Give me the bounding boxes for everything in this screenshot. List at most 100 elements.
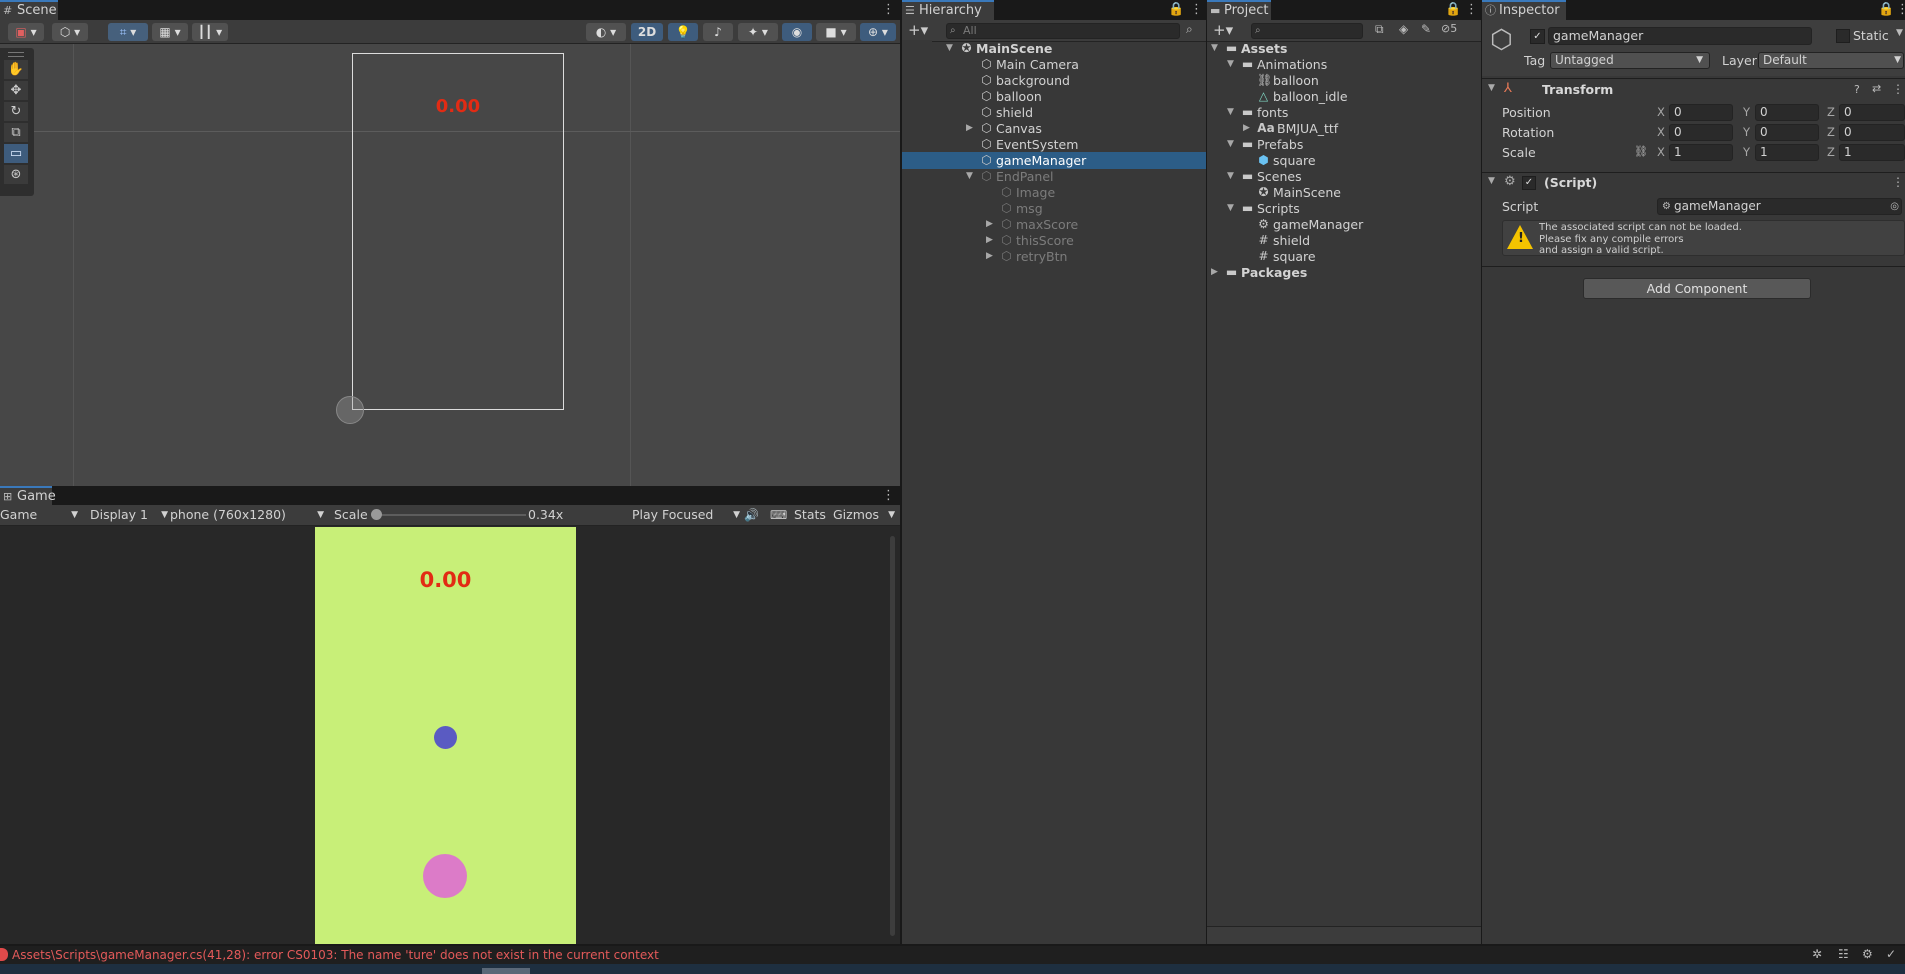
scene-viewport[interactable]: 0.00 ✋ ✥ ↻ ⧉ ▭ ⊛ xyxy=(0,44,900,486)
project-item[interactable]: ▼ ▬ Assets xyxy=(1207,40,1481,57)
hierarchy-item[interactable]: ⬡ gameManager xyxy=(902,152,1206,169)
foldout-expanded-icon[interactable]: ▼ xyxy=(1227,168,1237,185)
foldout-expanded-icon[interactable]: ▼ xyxy=(1227,56,1237,73)
foldout-collapsed-icon[interactable]: ▶ xyxy=(986,216,996,233)
favorites-tag-icon[interactable]: ✎ xyxy=(1421,22,1431,36)
mute-audio-icon[interactable]: 🔊 xyxy=(744,505,759,525)
hierarchy-item[interactable]: ⬡ shield xyxy=(902,104,1206,121)
hierarchy-more-menu-icon[interactable]: ⋮ xyxy=(1190,2,1203,18)
shading-mode-dropdown[interactable]: ◐ ▾ xyxy=(586,23,626,41)
foldout-expanded-icon[interactable]: ▼ xyxy=(1211,40,1221,57)
scale-slider[interactable] xyxy=(371,509,526,520)
constrain-proportions-icon[interactable]: ⛓ xyxy=(1634,145,1648,158)
stats-button[interactable]: Stats xyxy=(794,505,826,525)
hierarchy-item[interactable]: ⬡ background xyxy=(902,72,1206,89)
game-more-menu-icon[interactable]: ⋮ xyxy=(882,488,895,504)
project-item[interactable]: # shield xyxy=(1207,232,1481,249)
layer-dropdown[interactable]: Default ▼ xyxy=(1758,52,1904,69)
play-mode-select[interactable]: Play Focused ▼ xyxy=(628,505,740,525)
project-item[interactable]: ▼ ▬ Scripts xyxy=(1207,200,1481,217)
inspector-more-menu-icon[interactable]: ⋮ xyxy=(1896,2,1905,18)
palette-drag-handle[interactable] xyxy=(8,52,24,57)
transform-z-field[interactable]: 0 xyxy=(1839,104,1905,121)
axis-y-label[interactable]: Y xyxy=(1743,124,1750,141)
hierarchy-item[interactable]: ▶ ⬡ Canvas xyxy=(902,120,1206,137)
component-menu-icon[interactable]: ⋮ xyxy=(1892,82,1904,96)
transform-x-field[interactable]: 0 xyxy=(1669,124,1733,141)
axis-y-label[interactable]: Y xyxy=(1743,104,1750,121)
project-item[interactable]: ⬢ square xyxy=(1207,152,1481,169)
transform-y-field[interactable]: 1 xyxy=(1755,144,1819,161)
project-item[interactable]: ⛓ balloon xyxy=(1207,72,1481,89)
audio-toggle[interactable]: ♪ xyxy=(703,23,733,41)
hierarchy-item[interactable]: ⬡ msg xyxy=(902,200,1206,217)
rotate-tool-icon[interactable]: ↻ xyxy=(4,102,28,121)
scene-more-menu-icon[interactable]: ⋮ xyxy=(882,2,895,18)
camera-settings-dropdown[interactable]: ■ ▾ xyxy=(816,23,856,41)
search-by-type-icon[interactable]: ⧉ xyxy=(1375,22,1384,37)
debugger-icon[interactable]: ✲ xyxy=(1812,947,1822,961)
project-item[interactable]: △ balloon_idle xyxy=(1207,88,1481,105)
project-item[interactable]: # square xyxy=(1207,248,1481,265)
tab-inspector[interactable]: ⓘ Inspector xyxy=(1482,0,1566,20)
foldout-expanded-icon[interactable]: ▼ xyxy=(946,40,956,57)
scene-camera-dropdown[interactable]: ⬡ ▾ xyxy=(52,23,88,41)
project-search-input[interactable]: ⌕ xyxy=(1251,23,1363,39)
foldout-collapsed-icon[interactable]: ▶ xyxy=(1211,264,1221,281)
search-filter-icon[interactable]: ⌕ xyxy=(1186,22,1193,37)
hierarchy-item[interactable]: ▶ ⬡ maxScore xyxy=(902,216,1206,233)
draw-mode-dropdown[interactable]: ▣ ▾ xyxy=(8,23,44,41)
effects-dropdown[interactable]: ✦ ▾ xyxy=(738,23,778,41)
lock-icon[interactable]: 🔒 xyxy=(1878,2,1894,18)
game-view[interactable]: 0.00 xyxy=(315,527,576,944)
project-item[interactable]: ▼ ▬ fonts xyxy=(1207,104,1481,121)
axis-x-label[interactable]: X xyxy=(1657,144,1665,161)
grid-increment-dropdown[interactable]: ▦ ▾ xyxy=(152,23,188,41)
project-item[interactable]: ▶ ▬ Packages xyxy=(1207,264,1481,281)
project-item[interactable]: ✪ MainScene xyxy=(1207,184,1481,201)
transform-x-field[interactable]: 1 xyxy=(1669,144,1733,161)
hierarchy-item[interactable]: ⬡ EventSystem xyxy=(902,136,1206,153)
transform-y-field[interactable]: 0 xyxy=(1755,124,1819,141)
active-checkbox[interactable]: ✓ xyxy=(1530,29,1545,44)
tag-dropdown[interactable]: Untagged ▼ xyxy=(1550,52,1710,69)
transform-tool-icon[interactable]: ⊛ xyxy=(4,165,28,184)
script-component-header[interactable]: ▼ ⚙ ✓ (Script) ⋮ xyxy=(1482,173,1905,193)
axis-x-label[interactable]: X xyxy=(1657,124,1665,141)
scale-slider-thumb[interactable] xyxy=(371,509,382,520)
help-icon[interactable]: ? xyxy=(1854,83,1860,96)
gameobject-cube-icon[interactable]: ⬡ xyxy=(1490,26,1513,54)
project-item[interactable]: ▼ ▬ Prefabs xyxy=(1207,136,1481,153)
hierarchy-item[interactable]: ▶ ⬡ retryBtn xyxy=(902,248,1206,265)
foldout-expanded-icon[interactable]: ▼ xyxy=(1227,136,1237,153)
hierarchy-item[interactable]: ⬡ balloon xyxy=(902,88,1206,105)
scene-visibility-toggle[interactable]: ◉ xyxy=(782,23,812,41)
gizmos-dropdown[interactable]: ⊕ ▾ xyxy=(860,23,896,41)
transform-x-field[interactable]: 0 xyxy=(1669,104,1733,121)
tab-project[interactable]: ▬ Project xyxy=(1207,0,1271,20)
tab-scene[interactable]: # Scene xyxy=(0,0,58,20)
foldout-collapsed-icon[interactable]: ▶ xyxy=(986,232,996,249)
resolution-select[interactable]: phone (760x1280) ▼ xyxy=(170,505,326,525)
lock-icon[interactable]: 🔒 xyxy=(1445,2,1461,18)
view-select[interactable]: Game ▼ xyxy=(0,505,82,525)
transform-z-field[interactable]: 1 xyxy=(1839,144,1905,161)
hierarchy-search-input[interactable]: ⌕ All xyxy=(946,23,1180,39)
script-object-field[interactable]: ⚙ gameManager ◎ xyxy=(1657,198,1902,215)
hierarchy-item[interactable]: ⬡ Main Camera xyxy=(902,56,1206,73)
transform-z-field[interactable]: 0 xyxy=(1839,124,1905,141)
gizmos-button[interactable]: Gizmos ▼ xyxy=(830,505,900,525)
auto-generate-lighting-icon[interactable]: ⚙ xyxy=(1862,947,1873,961)
foldout-expanded-icon[interactable]: ▼ xyxy=(1227,200,1237,217)
add-component-button[interactable]: Add Component xyxy=(1583,278,1811,299)
hidden-packages-icon[interactable]: ⊘5 xyxy=(1441,22,1457,35)
static-checkbox[interactable] xyxy=(1836,29,1850,43)
foldout-collapsed-icon[interactable]: ▶ xyxy=(966,120,976,137)
component-menu-icon[interactable]: ⋮ xyxy=(1892,175,1904,189)
lighting-toggle[interactable]: 💡 xyxy=(668,23,698,41)
game-scrollbar[interactable] xyxy=(890,536,895,936)
transform-component-header[interactable]: ▼ ⅄ Transform ? ⇄ ⋮ xyxy=(1482,80,1905,100)
foldout-expanded-icon[interactable]: ▼ xyxy=(966,168,976,185)
search-by-label-icon[interactable]: ◈ xyxy=(1399,22,1408,36)
hierarchy-item[interactable]: ▶ ⬡ thisScore xyxy=(902,232,1206,249)
